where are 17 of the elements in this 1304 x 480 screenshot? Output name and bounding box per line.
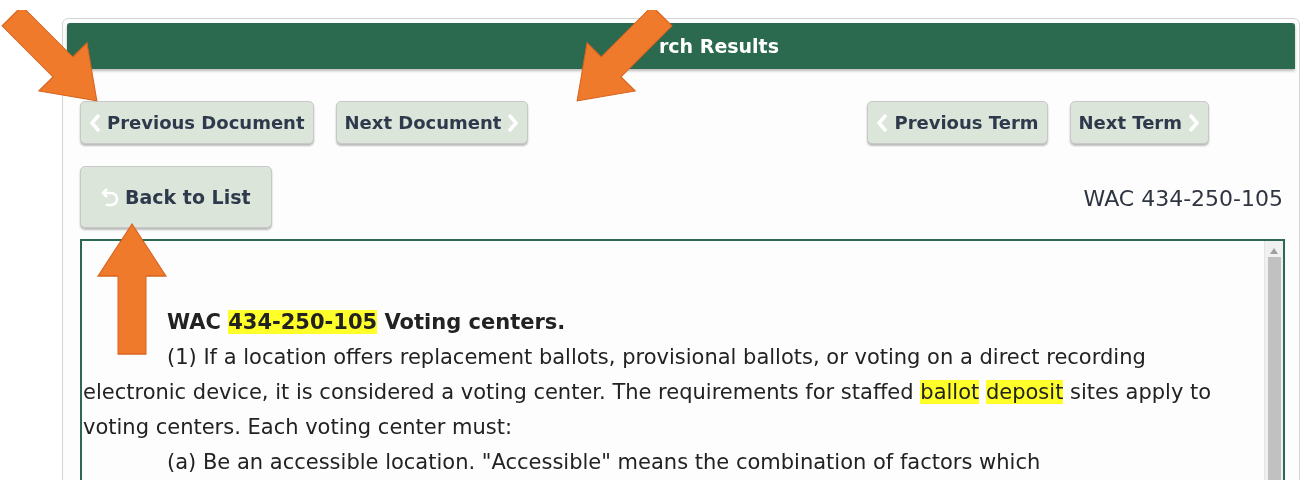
chevron-right-icon bbox=[1188, 112, 1200, 133]
back-button[interactable]: Back to List bbox=[80, 166, 272, 228]
citation: WAC 434-250-105 bbox=[1083, 186, 1283, 211]
document-paragraph: (a) Be an accessible location. "Accessible" means the combination of factors which bbox=[166, 449, 1042, 476]
chevron-left-icon bbox=[876, 112, 889, 133]
chevron-right-icon bbox=[507, 112, 520, 133]
document-paragraph: (1) If a location offers replacement ballots, provisional ballots, or voting on a direct recording electronic device, it is considered a voting center. The requirements for staffed ballot deposit sites apply to voting centers. Each voting center must: bbox=[83, 344, 1213, 441]
scroll-up-icon bbox=[1269, 247, 1279, 255]
nav-button[interactable]: Next Document bbox=[335, 101, 529, 144]
panel-title: rch Results bbox=[67, 23, 1295, 69]
nav-button[interactable]: Next Term bbox=[1069, 101, 1209, 144]
chevron-left-icon bbox=[89, 112, 101, 133]
nav-button[interactable]: Previous Document bbox=[80, 101, 314, 144]
document-heading: WAC 434-250-105 Voting centers. bbox=[166, 309, 567, 336]
nav-button[interactable]: Previous Term bbox=[867, 101, 1048, 144]
undo-icon bbox=[101, 186, 119, 208]
scrollbar[interactable] bbox=[1264, 241, 1283, 480]
